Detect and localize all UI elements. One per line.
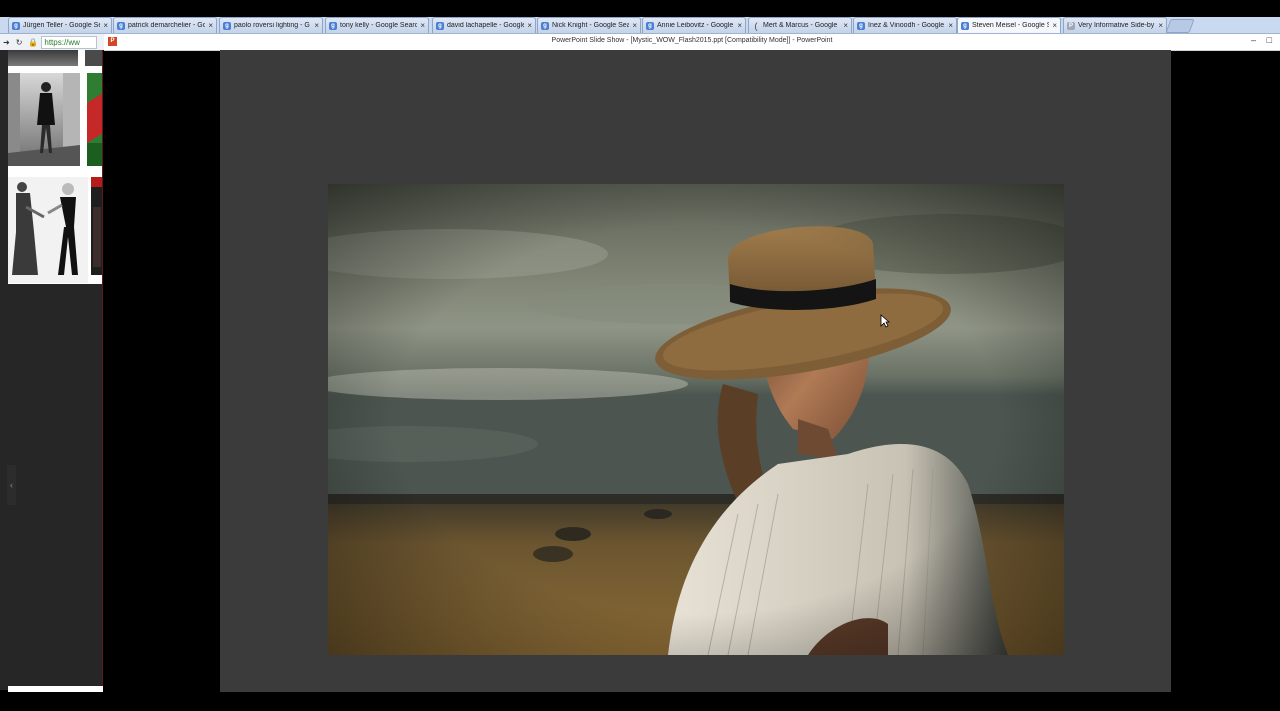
browser-tab[interactable]: g Steven Meisel - Google Se × bbox=[957, 17, 1061, 33]
close-icon[interactable]: × bbox=[1052, 21, 1057, 30]
browser-page-remnant bbox=[0, 50, 103, 690]
google-icon: g bbox=[541, 21, 549, 30]
chevron-left-icon[interactable]: ‹ bbox=[7, 465, 16, 505]
tab-title: Nick Knight - Google Sea bbox=[552, 22, 630, 29]
tab-title: Annie Leibovitz - Google bbox=[657, 22, 734, 29]
reload-icon[interactable]: ↻ bbox=[16, 38, 23, 47]
image-thumbnail[interactable] bbox=[8, 73, 80, 166]
image-results-strip bbox=[8, 50, 103, 284]
address-bar[interactable]: https://ww bbox=[41, 35, 98, 49]
close-icon[interactable]: × bbox=[103, 21, 108, 30]
browser-tab[interactable]: ( Mert & Marcus - Google × bbox=[748, 17, 852, 33]
new-tab-button[interactable] bbox=[1165, 19, 1195, 33]
slide-photo-woman-straw-hat-desert bbox=[328, 184, 1064, 655]
tab-title: david lachapelle - Google bbox=[447, 22, 525, 29]
browser-tab-strip: g Jürgen Teller - Google Se × g patrick dema… bbox=[0, 17, 1280, 34]
tab-title: Very Informative Side-by bbox=[1078, 22, 1155, 29]
browser-tab[interactable]: g Nick Knight - Google Sea × bbox=[537, 17, 641, 33]
maximize-button[interactable]: □ bbox=[1267, 35, 1272, 45]
tab-title: Steven Meisel - Google Se bbox=[972, 22, 1050, 29]
google-icon: g bbox=[117, 21, 125, 30]
browser-tab[interactable]: g david lachapelle - Google × bbox=[432, 17, 536, 33]
browser-tab[interactable]: g Annie Leibovitz - Google × bbox=[642, 17, 746, 33]
tab-title: Jürgen Teller - Google Se bbox=[23, 22, 101, 29]
image-thumbnail[interactable] bbox=[87, 73, 103, 166]
google-icon: g bbox=[329, 21, 337, 30]
browser-tab[interactable]: g tony kelly - Google Searc × bbox=[325, 17, 429, 33]
close-icon[interactable]: × bbox=[948, 21, 953, 30]
browser-tab[interactable]: P Very Informative Side-by × bbox=[1063, 17, 1167, 33]
powerpoint-title-bar: P PowerPoint Slide Show - [Mystic_WOW_Fl… bbox=[104, 34, 1280, 51]
minimize-button[interactable]: – bbox=[1251, 35, 1256, 45]
image-thumbnail[interactable] bbox=[85, 50, 103, 66]
image-thumbnail[interactable] bbox=[8, 50, 78, 66]
status-bar bbox=[8, 686, 103, 692]
close-icon[interactable]: × bbox=[843, 21, 848, 30]
google-icon: g bbox=[961, 21, 969, 30]
google-icon: g bbox=[223, 21, 231, 30]
close-icon[interactable]: × bbox=[527, 21, 532, 30]
tab-title: Mert & Marcus - Google bbox=[763, 22, 838, 29]
pp-icon: P bbox=[1067, 21, 1075, 30]
mouse-pointer-icon bbox=[880, 314, 891, 333]
tab-title: patrick demarchelier - Go bbox=[128, 22, 206, 29]
google-icon: g bbox=[857, 21, 865, 30]
window-title: PowerPoint Slide Show - [Mystic_WOW_Flas… bbox=[551, 37, 833, 44]
close-icon[interactable]: × bbox=[208, 21, 213, 30]
browser-tab[interactable]: g Jürgen Teller - Google Se × bbox=[8, 17, 112, 33]
close-icon[interactable]: × bbox=[1158, 21, 1163, 30]
browser-tab[interactable]: g patrick demarchelier - Go × bbox=[113, 17, 217, 33]
panel-divider bbox=[102, 50, 103, 690]
google-icon: g bbox=[436, 21, 444, 30]
close-icon[interactable]: × bbox=[632, 21, 637, 30]
tab-title: paolo roversi lighting - G bbox=[234, 22, 310, 29]
close-icon[interactable]: × bbox=[420, 21, 425, 30]
forward-arrow-icon[interactable]: ➜ bbox=[3, 38, 10, 47]
browser-tab[interactable]: g Inez & Vinoodh - Google × bbox=[853, 17, 957, 33]
tab-title: Inez & Vinoodh - Google bbox=[868, 22, 945, 29]
browser-tab[interactable]: g paolo roversi lighting - G × bbox=[219, 17, 323, 33]
close-icon[interactable]: × bbox=[314, 21, 319, 30]
browser-toolbar: ➜ ↻ 🔒 https://ww bbox=[0, 34, 104, 50]
tab-title: tony kelly - Google Searc bbox=[340, 22, 418, 29]
google-icon: g bbox=[12, 21, 20, 30]
google-icon: g bbox=[646, 21, 654, 30]
lock-icon: 🔒 bbox=[28, 37, 39, 47]
loading-icon: ( bbox=[754, 20, 758, 31]
close-icon[interactable]: × bbox=[737, 21, 742, 30]
image-thumbnail[interactable] bbox=[8, 177, 88, 283]
